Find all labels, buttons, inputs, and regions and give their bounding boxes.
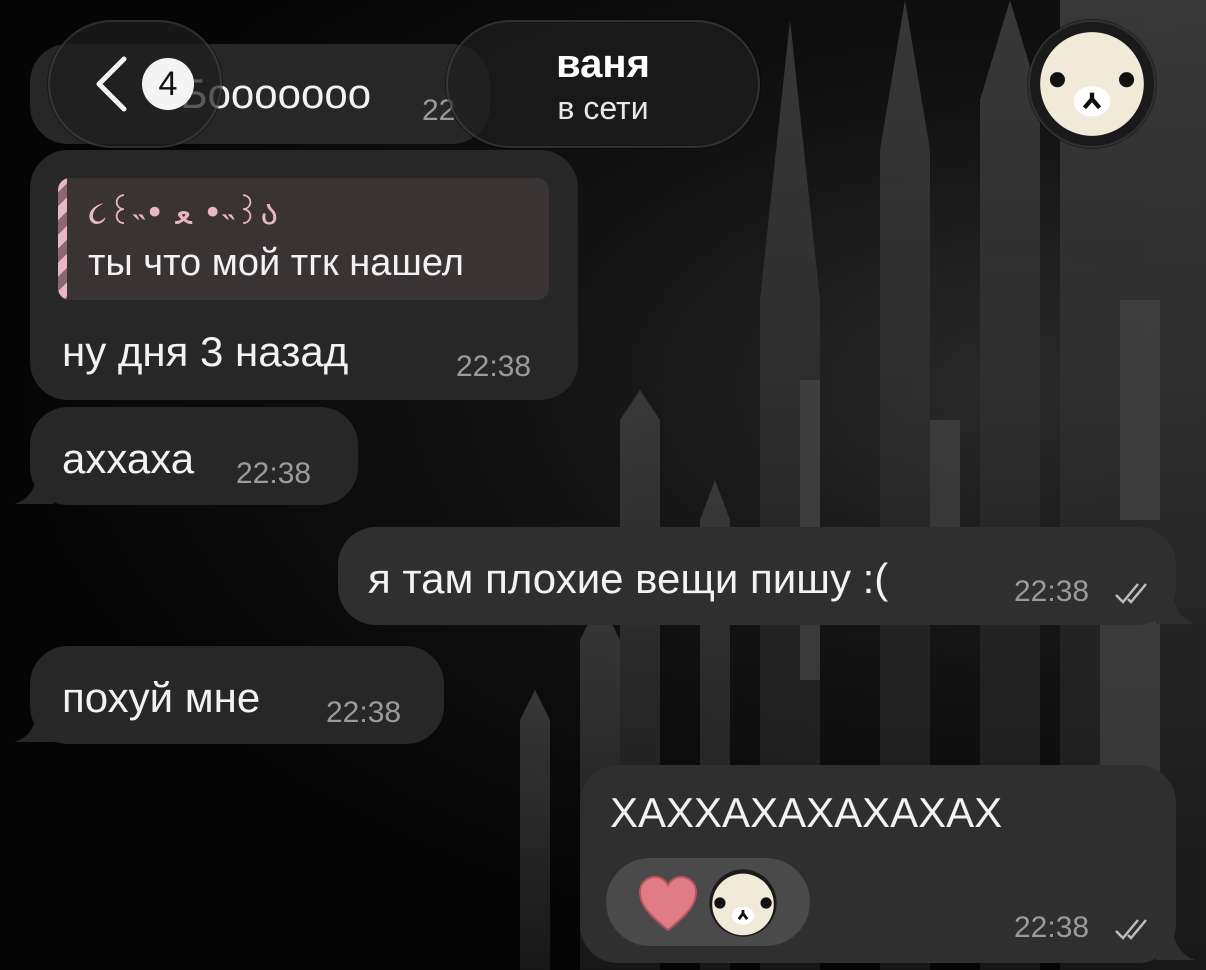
message-bubble-incoming[interactable]: аххаха 22:38 xyxy=(30,407,358,505)
chat-screen: Бооооооо 22 ૮꒰˵• ﻌ •˵꒱ა ты что мой тгк н… xyxy=(0,0,1206,970)
heart-icon[interactable] xyxy=(638,876,698,932)
message-time: 22:38 xyxy=(1014,911,1090,944)
reply-accent-bar xyxy=(58,178,67,300)
unread-count-badge: 4 xyxy=(142,58,194,110)
chevron-left-icon xyxy=(96,56,127,112)
reply-author: ૮꒰˵• ﻌ •˵꒱ა xyxy=(88,193,278,233)
message-bubble-incoming[interactable]: похуй мне 22:38 xyxy=(30,646,444,744)
message-text: похуй мне xyxy=(62,674,261,721)
reply-quote[interactable]: ૮꒰˵• ﻌ •˵꒱ა ты что мой тгк нашел xyxy=(58,178,549,300)
avatar[interactable] xyxy=(1028,20,1156,148)
bubble-tail xyxy=(1156,924,1196,960)
read-checkmarks-icon xyxy=(1115,583,1147,604)
chat-title-button[interactable]: ваня в сети xyxy=(446,20,760,148)
message-text: ХАХХАХАХАХАХАХ xyxy=(610,789,1003,836)
message-text: аххаха xyxy=(62,435,195,482)
chat-name: ваня xyxy=(556,42,650,86)
bear-avatar-icon xyxy=(1040,32,1144,136)
message-text: ну дня 3 назад xyxy=(62,328,349,375)
bubble-tail xyxy=(14,468,54,504)
reactions-pill[interactable] xyxy=(606,858,810,946)
message-time: 22:38 xyxy=(1014,575,1090,608)
message-time: 22:38 xyxy=(236,457,312,490)
message-time: 22:38 xyxy=(456,350,532,383)
message-text: я там плохие вещи пишу :( xyxy=(368,555,889,602)
read-checkmarks-icon xyxy=(1115,919,1147,940)
back-button[interactable]: 4 xyxy=(48,20,222,148)
bubble-tail xyxy=(14,706,54,742)
bubble-tail xyxy=(1156,588,1196,624)
reply-text: ты что мой тгк нашел xyxy=(88,242,464,284)
message-bubble-outgoing[interactable]: я там плохие вещи пишу :( 22:38 xyxy=(338,527,1176,625)
message-time: 22:38 xyxy=(326,696,402,729)
bear-avatar-icon xyxy=(709,869,777,937)
chat-status: в сети xyxy=(557,90,649,126)
